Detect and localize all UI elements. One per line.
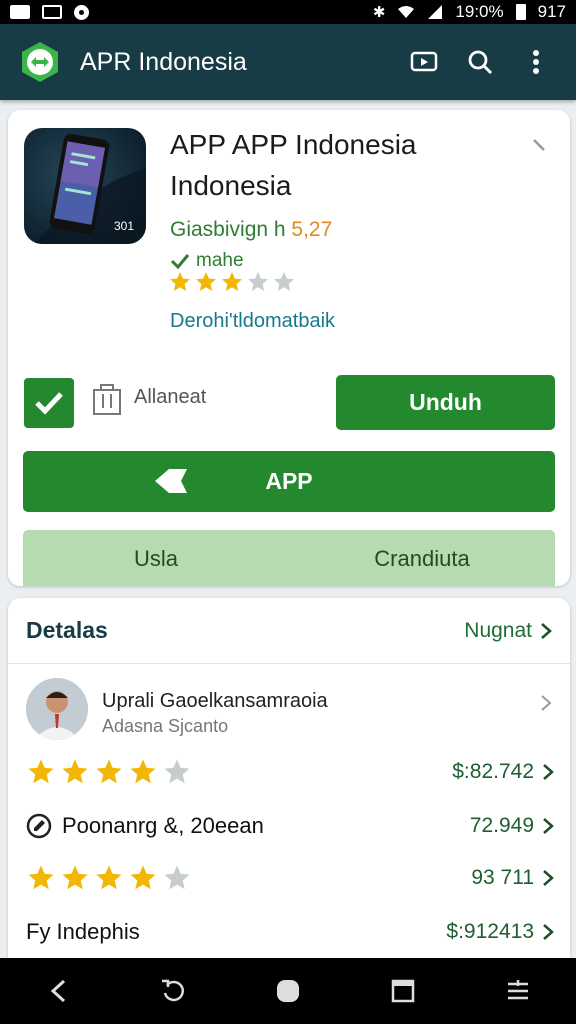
app-rating-stars bbox=[168, 270, 296, 294]
star-filled-icon bbox=[96, 865, 122, 890]
media-notification-icon bbox=[74, 4, 89, 20]
navigation-bar bbox=[0, 958, 576, 1024]
avatar[interactable] bbox=[26, 678, 88, 740]
chevron-right-icon bbox=[543, 818, 554, 834]
tab-crandiuta[interactable]: Crandiuta bbox=[289, 530, 555, 586]
star-filled-icon bbox=[222, 272, 242, 291]
status-time: 917 bbox=[537, 2, 566, 21]
star-empty-icon bbox=[274, 272, 294, 291]
details-card: Detalas Nugnat Uprali Gaoelkansamraoia A… bbox=[8, 598, 570, 958]
verified-badge: mahe bbox=[170, 250, 244, 272]
tab-usla[interactable]: Usla bbox=[23, 530, 289, 586]
details-more-link[interactable]: Nugnat bbox=[464, 619, 552, 643]
app-bar-title: APR Indonesia bbox=[80, 47, 247, 76]
detail-label: Poonanrg &, 20eean bbox=[26, 813, 264, 839]
recents-icon[interactable] bbox=[383, 971, 423, 1011]
detail-value: $:82.742 bbox=[452, 760, 554, 784]
star-filled-icon bbox=[170, 272, 190, 291]
status-left bbox=[10, 4, 89, 20]
star-empty-icon bbox=[164, 759, 190, 784]
edit-circle-icon bbox=[26, 813, 52, 839]
detail-value: $:912413 bbox=[446, 920, 554, 944]
checkmark-icon bbox=[35, 392, 63, 415]
details-title: Detalas bbox=[26, 617, 108, 643]
detail-value-text: $:912413 bbox=[446, 920, 534, 943]
message-notification-icon bbox=[42, 5, 62, 19]
more-vertical-icon[interactable] bbox=[514, 40, 558, 84]
bluetooth-icon: ✱ bbox=[372, 4, 386, 21]
arrow-tag-icon bbox=[155, 469, 187, 493]
verified-label: mahe bbox=[196, 250, 244, 271]
details-more-label: Nugnat bbox=[464, 618, 532, 642]
chevron-right-icon bbox=[541, 622, 552, 639]
detail-row[interactable]: Fy Indephis $:912413 bbox=[26, 912, 554, 952]
details-header: Detalas Nugnat bbox=[8, 598, 570, 664]
status-percent: 19:0% bbox=[455, 2, 504, 21]
app-link[interactable]: Derohi'tldomatbaik bbox=[170, 310, 335, 333]
wifi-icon bbox=[398, 6, 415, 18]
refresh-icon[interactable] bbox=[153, 971, 193, 1011]
star-filled-icon bbox=[130, 759, 156, 784]
developer-line[interactable]: Giasbivign h 5,27 bbox=[170, 218, 332, 242]
detail-label-text: Poonanrg &, 20eean bbox=[62, 813, 264, 838]
star-filled-icon bbox=[96, 759, 122, 784]
star-empty-icon bbox=[248, 272, 268, 291]
star-filled-icon bbox=[28, 759, 54, 784]
chevron-right-icon bbox=[543, 870, 554, 886]
reviewer-name: Uprali Gaoelkansamraoia bbox=[102, 690, 328, 712]
app-name: APP APP Indonesia Indonesia bbox=[170, 129, 417, 201]
rating-stars bbox=[26, 757, 192, 787]
star-filled-icon bbox=[62, 759, 88, 784]
secondary-tabs: Usla Crandiuta bbox=[23, 530, 555, 586]
detail-value-text: 93 711 bbox=[471, 866, 534, 889]
app-price: 5,27 bbox=[291, 218, 333, 241]
star-filled-icon bbox=[130, 865, 156, 890]
play-screen-icon[interactable] bbox=[402, 40, 446, 84]
card-overflow-icon[interactable] bbox=[524, 130, 554, 160]
battery-icon bbox=[515, 4, 526, 20]
bag-label: Allaneat bbox=[134, 386, 207, 408]
select-checkbox[interactable] bbox=[24, 378, 74, 428]
detail-value: 93 711 bbox=[471, 866, 554, 890]
detail-value-text: 72.949 bbox=[469, 814, 534, 837]
app-button[interactable]: APP bbox=[23, 451, 555, 512]
app-icon-badge: 301 bbox=[114, 219, 134, 233]
hex-arrows-logo[interactable] bbox=[18, 40, 62, 84]
menu-icon[interactable] bbox=[498, 971, 538, 1011]
app-bar: APR Indonesia bbox=[0, 24, 576, 100]
detail-value: 72.949 bbox=[470, 814, 554, 838]
status-right: ✱ 19:0% 917 bbox=[373, 2, 566, 22]
star-filled-icon bbox=[196, 272, 216, 291]
detail-row[interactable]: 93 711 bbox=[26, 858, 554, 898]
back-icon[interactable] bbox=[38, 971, 78, 1011]
detail-label: Fy Indephis bbox=[26, 919, 140, 945]
rating-stars bbox=[26, 863, 192, 893]
app-button-label: APP bbox=[265, 468, 313, 494]
check-icon bbox=[170, 254, 190, 270]
chevron-right-icon bbox=[543, 924, 554, 940]
reviewer-subtitle: Adasna Sjcanto bbox=[102, 716, 229, 736]
status-bar: ✱ 19:0% 917 bbox=[0, 0, 576, 24]
app-icon[interactable]: 301 bbox=[24, 128, 146, 244]
detail-label-text: Fy Indephis bbox=[26, 919, 140, 944]
star-filled-icon bbox=[28, 865, 54, 890]
signal-icon bbox=[428, 5, 443, 19]
chevron-right-icon bbox=[543, 764, 554, 780]
bag-icon bbox=[93, 384, 121, 415]
search-icon[interactable] bbox=[458, 40, 502, 84]
download-button[interactable]: Unduh bbox=[336, 375, 555, 430]
app-card: 301 APP APP Indonesia Indonesia Giasbivi… bbox=[8, 110, 570, 586]
developer-name: Giasbivign h bbox=[170, 218, 286, 241]
gallery-notification-icon bbox=[10, 5, 30, 19]
chevron-right-icon[interactable] bbox=[540, 694, 552, 712]
star-empty-icon bbox=[164, 865, 190, 890]
detail-row[interactable]: Poonanrg &, 20eean 72.949 bbox=[26, 806, 554, 846]
detail-value-text: $:82.742 bbox=[452, 760, 534, 783]
home-icon[interactable] bbox=[268, 971, 308, 1011]
star-filled-icon bbox=[62, 865, 88, 890]
detail-row[interactable]: $:82.742 bbox=[26, 752, 554, 792]
